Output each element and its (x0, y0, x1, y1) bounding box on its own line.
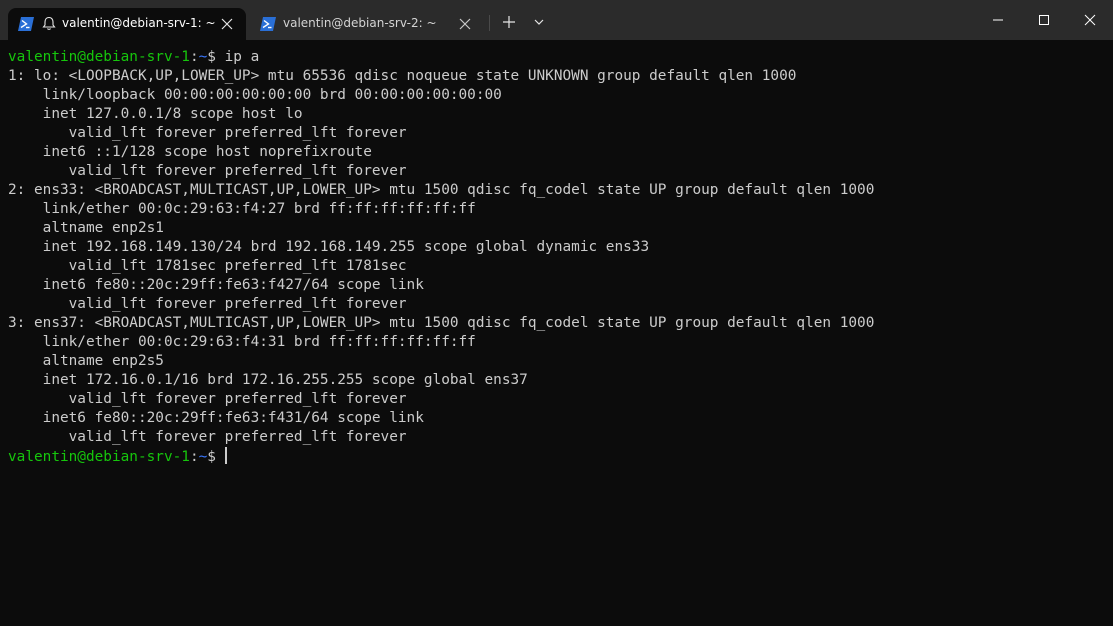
tab-title: valentin@debian-srv-1: ~ (62, 16, 216, 30)
output-line: inet6 ::1/128 scope host noprefixroute (8, 144, 372, 160)
title-bar[interactable]: valentin@debian-srv-1: ~ valentin@debian… (0, 0, 1113, 40)
prompt-path: ~ (198, 49, 208, 65)
terminal-window: valentin@debian-srv-1: ~ valentin@debian… (0, 0, 1113, 626)
output-line: valid_lft 1781sec preferred_lft 1781sec (8, 258, 407, 274)
output-line: link/ether 00:0c:29:63:f4:27 brd ff:ff:f… (8, 201, 476, 217)
close-window-button[interactable] (1067, 0, 1113, 40)
text-cursor (224, 447, 227, 464)
tab-divider (489, 15, 490, 31)
output-line: valid_lft forever preferred_lft forever (8, 296, 407, 312)
output-line: valid_lft forever preferred_lft forever (8, 391, 407, 407)
bell-icon (42, 16, 56, 30)
prompt-user-host: valentin@debian-srv-1 (8, 49, 190, 65)
prompt-sign: $ (207, 449, 216, 465)
plus-icon[interactable] (501, 14, 517, 30)
powershell-icon (18, 17, 34, 31)
prompt-separator: : (189, 449, 199, 465)
powershell-icon (260, 17, 276, 31)
maximize-button[interactable] (1021, 0, 1067, 40)
prompt-separator: : (189, 49, 199, 65)
terminal-output-area[interactable]: valentin@debian-srv-1:~$ ip a 1: lo: <LO… (0, 40, 1113, 626)
close-icon[interactable] (219, 16, 235, 32)
close-icon[interactable] (457, 16, 473, 32)
chevron-down-icon[interactable] (531, 14, 547, 30)
output-line: valid_lft forever preferred_lft forever (8, 163, 407, 179)
output-line: inet 127.0.0.1/8 scope host lo (8, 106, 303, 122)
output-line: valid_lft forever preferred_lft forever (8, 429, 407, 445)
output-line: altname enp2s5 (8, 353, 164, 369)
output-line: inet 172.16.0.1/16 brd 172.16.255.255 sc… (8, 372, 528, 388)
prompt-user-host: valentin@debian-srv-1 (8, 449, 190, 465)
prompt-line[interactable]: valentin@debian-srv-1:~$ (8, 447, 227, 466)
minimize-icon (993, 19, 1003, 21)
close-icon (1084, 14, 1096, 26)
output-line: 3: ens37: <BROADCAST,MULTICAST,UP,LOWER_… (8, 315, 875, 331)
output-line: link/loopback 00:00:00:00:00:00 brd 00:0… (8, 87, 502, 103)
minimize-button[interactable] (975, 0, 1021, 40)
output-line: inet 192.168.149.130/24 brd 192.168.149.… (8, 239, 650, 255)
tab-title: valentin@debian-srv-2: ~ (283, 16, 437, 30)
prompt-path: ~ (198, 449, 208, 465)
tab-debian-srv-2[interactable]: valentin@debian-srv-2: ~ (250, 8, 482, 40)
output-line: inet6 fe80::20c:29ff:fe63:f431/64 scope … (8, 410, 424, 426)
output-line: altname enp2s1 (8, 220, 164, 236)
prompt-sign: $ (207, 49, 216, 65)
output-line: valid_lft forever preferred_lft forever (8, 125, 407, 141)
output-line: 2: ens33: <BROADCAST,MULTICAST,UP,LOWER_… (8, 182, 875, 198)
output-line: inet6 fe80::20c:29ff:fe63:f427/64 scope … (8, 277, 424, 293)
output-line: 1: lo: <LOOPBACK,UP,LOWER_UP> mtu 65536 … (8, 68, 797, 84)
tab-debian-srv-1[interactable]: valentin@debian-srv-1: ~ (8, 8, 246, 40)
maximize-icon (1039, 15, 1049, 25)
command-text: ip a (215, 49, 260, 65)
prompt-line: valentin@debian-srv-1:~$ ip a (8, 48, 259, 67)
output-line: link/ether 00:0c:29:63:f4:31 brd ff:ff:f… (8, 334, 476, 350)
